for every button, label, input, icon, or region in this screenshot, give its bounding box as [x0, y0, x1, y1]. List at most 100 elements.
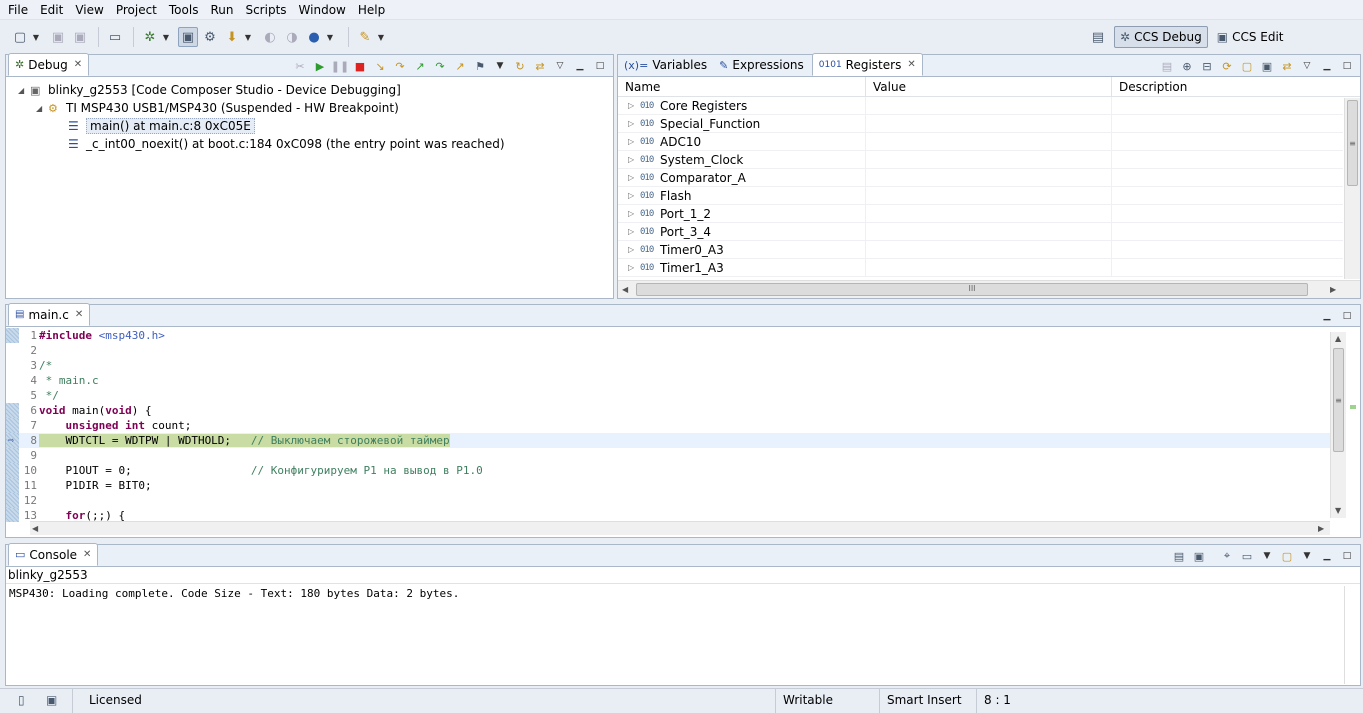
scroll-right-icon[interactable]: ▶	[1318, 524, 1324, 533]
gutter-marker[interactable]	[6, 448, 19, 463]
step-into-icon[interactable]: ↘	[371, 57, 389, 75]
expand-icon[interactable]: ▷	[628, 227, 640, 236]
gutter-marker[interactable]	[6, 388, 19, 403]
code-line[interactable]: 10 P1OUT = 0; // Конфигурируем P1 на выв…	[6, 463, 1340, 478]
code-line[interactable]: 9	[6, 448, 1340, 463]
debug-dropdown-icon[interactable]: ▼	[162, 27, 170, 47]
maximize-icon[interactable]: □	[591, 57, 609, 75]
sync-icon[interactable]: ⇄	[1278, 57, 1296, 75]
collapse-icon[interactable]: ◢	[36, 104, 48, 113]
register-group-row[interactable]: ▷ 010 Comparator_A	[618, 168, 1343, 187]
minimize-icon[interactable]: ▁	[571, 57, 589, 75]
tree-item-frame-main[interactable]: ☰ main() at main.c:8 0xC05E	[18, 117, 613, 135]
menu-run[interactable]: Run	[204, 0, 239, 20]
tree-item-target[interactable]: ◢ ⚙ TI MSP430 USB1/MSP430 (Suspended - H…	[18, 99, 613, 117]
perspective-ccs-edit[interactable]: ▣ CCS Edit	[1212, 26, 1289, 48]
register-group-row[interactable]: ▷ 010 Flash	[618, 186, 1343, 205]
terminate-icon[interactable]: ■	[351, 57, 369, 75]
close-icon[interactable]: ✕	[74, 59, 82, 70]
register-value-cell[interactable]	[866, 186, 1112, 205]
menu-project[interactable]: Project	[110, 0, 163, 20]
step-return-icon[interactable]: ↗	[411, 57, 429, 75]
scroll-up-icon[interactable]: ▲	[1335, 334, 1341, 343]
register-value-cell[interactable]	[866, 168, 1112, 187]
collapse-icon[interactable]: ◢	[18, 86, 30, 95]
gutter-marker[interactable]	[6, 358, 19, 373]
gutter-marker[interactable]	[6, 403, 19, 418]
code-line[interactable]: 7 unsigned int count;	[6, 418, 1340, 433]
expand-icon[interactable]: ▷	[628, 137, 640, 146]
scroll-lock-icon[interactable]: ▣	[1190, 547, 1208, 565]
remove-breakpoint-icon[interactable]: ◑	[282, 27, 302, 47]
gutter-marker[interactable]	[6, 508, 19, 522]
register-value-cell[interactable]	[866, 258, 1112, 277]
open-perspective-icon[interactable]: ▤	[1088, 27, 1108, 47]
minimize-icon[interactable]: ▁	[1318, 547, 1336, 565]
register-group-row[interactable]: ▷ 010 Core Registers	[618, 97, 1343, 115]
open-console-icon[interactable]: ▭	[105, 27, 125, 47]
fast-view-icon[interactable]: ▯	[18, 693, 25, 707]
register-value-cell[interactable]	[866, 222, 1112, 241]
view-menu-icon[interactable]: ▽	[1298, 57, 1316, 75]
expand-icon[interactable]: ▷	[628, 191, 640, 200]
registers-hscrollbar[interactable]: ◀ III ▶	[618, 280, 1360, 298]
column-header-description[interactable]: Description	[1112, 77, 1343, 97]
scroll-left-icon[interactable]: ◀	[32, 524, 38, 533]
code-line[interactable]: 3/*	[6, 358, 1340, 373]
step-return-asm-icon[interactable]: ↗	[451, 57, 469, 75]
register-value-cell[interactable]	[866, 240, 1112, 259]
new-group-icon[interactable]: ▤	[1158, 57, 1176, 75]
menu-edit[interactable]: Edit	[34, 0, 69, 20]
collapse-all-icon[interactable]: ⊟	[1198, 57, 1216, 75]
new-memory-icon[interactable]: ▢	[1238, 57, 1256, 75]
gutter-marker[interactable]	[6, 418, 19, 433]
code-line[interactable]: 13 for(;;) {	[6, 508, 1340, 522]
expand-icon[interactable]: ▷	[628, 173, 640, 182]
gutter-marker[interactable]	[6, 343, 19, 358]
target-config-icon[interactable]: ▣	[178, 27, 198, 47]
tab-expressions[interactable]: ✎ Expressions	[713, 54, 810, 76]
close-icon[interactable]: ✕	[75, 309, 83, 320]
clear-console-icon[interactable]: ▤	[1170, 547, 1188, 565]
scroll-right-icon[interactable]: ▶	[1330, 285, 1336, 294]
tab-main-c[interactable]: ▤ main.c ✕	[8, 303, 91, 326]
editor-vscrollbar[interactable]: ▲ ≡ ▼	[1330, 332, 1346, 518]
run-script-icon[interactable]: ●	[304, 27, 324, 47]
open-console-icon[interactable]: ▢	[1278, 547, 1296, 565]
menu-tools[interactable]: Tools	[163, 0, 205, 20]
register-group-row[interactable]: ▷ 010 ADC10	[618, 132, 1343, 151]
connect-icon[interactable]: ⚙	[200, 27, 220, 47]
reset-icon[interactable]: ⚑	[471, 57, 489, 75]
code-line[interactable]: 5 */	[6, 388, 1340, 403]
register-group-row[interactable]: ▷ 010 Port_1_2	[618, 204, 1343, 223]
minimize-icon[interactable]: ▁	[1318, 307, 1336, 325]
expand-icon[interactable]: ▷	[628, 245, 640, 254]
tab-console[interactable]: ▭ Console ✕	[8, 543, 99, 566]
code-line[interactable]: 2	[6, 343, 1340, 358]
register-value-cell[interactable]	[866, 114, 1112, 133]
view-menu-icon[interactable]: ▽	[551, 57, 569, 75]
display-console-dropdown-icon[interactable]: ▼	[1258, 547, 1276, 565]
code-line[interactable]: 1 #include <msp430.h>	[6, 328, 1340, 343]
breakpoint-icon[interactable]: ◐	[260, 27, 280, 47]
display-console-icon[interactable]: ▭	[1238, 547, 1256, 565]
sync-icon[interactable]: ⇄	[531, 57, 549, 75]
debug-icon[interactable]: ✲	[140, 27, 160, 47]
register-group-row[interactable]: ▷ 010 System_Clock	[618, 150, 1343, 169]
code-line[interactable]: ⇨ 8 WDTCTL = WDTPW | WDTHOLD; // Выключае…	[6, 433, 1340, 448]
gutter-marker[interactable]	[6, 373, 19, 388]
load-icon[interactable]: ⬇	[222, 27, 242, 47]
maximize-icon[interactable]: □	[1338, 547, 1356, 565]
code-line[interactable]: 6 void main(void) {	[6, 403, 1340, 418]
expand-icon[interactable]: ▷	[628, 119, 640, 128]
register-value-cell[interactable]	[866, 204, 1112, 223]
external-tools-dropdown-icon[interactable]: ▼	[377, 27, 385, 47]
register-value-cell[interactable]	[866, 132, 1112, 151]
expand-icon[interactable]: ▷	[628, 155, 640, 164]
scroll-thumb[interactable]: III	[636, 283, 1308, 296]
gutter-marker[interactable]	[6, 493, 19, 508]
pin-console-icon[interactable]: ⌖	[1218, 547, 1236, 565]
save-icon[interactable]: ▣	[48, 27, 68, 47]
column-header-name[interactable]: Name	[618, 76, 866, 97]
tab-registers[interactable]: 0101 Registers ✕	[811, 53, 923, 76]
